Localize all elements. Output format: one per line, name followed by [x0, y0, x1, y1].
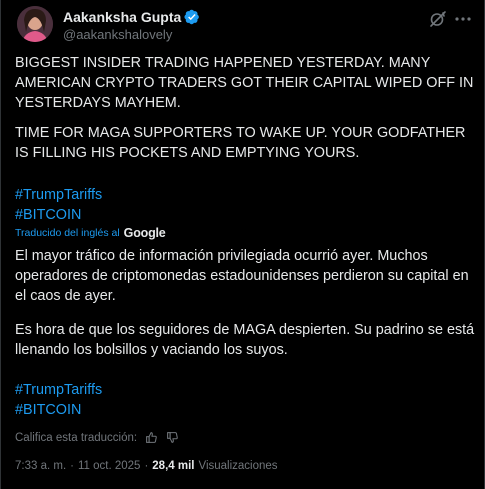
meta-separator: · [144, 460, 149, 472]
hashtag-link-trumptariffs-translated[interactable]: #TrumpTariffs [15, 380, 102, 400]
hashtag-link-bitcoin-translated[interactable]: #BITCOIN [15, 400, 81, 420]
original-paragraph-2: TIME FOR MAGA SUPPORTERS TO WAKE UP. YOU… [15, 125, 466, 161]
translated-paragraph-2: Es hora de que los seguidores de MAGA de… [15, 322, 475, 358]
hashtag-link-bitcoin[interactable]: #BITCOIN [15, 205, 81, 225]
author-name[interactable]: Aakanksha Gupta [63, 9, 181, 25]
translation-label: Traducido del inglés al [15, 227, 120, 239]
tweet-detail: Aakanksha Gupta @aakankshalovely BIGGEST… [0, 0, 485, 489]
views-count: 28,4 mil [152, 460, 195, 472]
translation-attribution[interactable]: Traducido del inglés al Google [15, 226, 166, 240]
translated-paragraph-1: El mayor tráfico de información privileg… [15, 248, 469, 304]
google-logo: Google [123, 226, 166, 240]
meta-separator: · [70, 460, 74, 472]
rate-translation: Califica esta traducción: [15, 431, 179, 444]
author-handle[interactable]: @aakankshalovely [63, 27, 172, 42]
rate-translation-label: Califica esta traducción: [15, 431, 138, 444]
verified-badge-icon [184, 9, 200, 25]
tweet-meta: 7:33 a. m. · 11 oct. 2025 · 28,4 mil Vis… [15, 460, 278, 472]
thumbs-down-icon[interactable] [166, 431, 179, 444]
hashtag-link-trumptariffs[interactable]: #TrumpTariffs [15, 185, 102, 205]
thumbs-up-icon[interactable] [145, 431, 158, 444]
grok-icon[interactable] [428, 9, 448, 29]
tweet-header: Aakanksha Gupta @aakankshalovely [1, 0, 484, 44]
more-options-icon[interactable] [453, 9, 473, 29]
original-paragraph-1: BIGGEST INSIDER TRADING HAPPENED YESTERD… [15, 55, 474, 111]
views-label: Visualizaciones [198, 460, 278, 472]
tweet-time[interactable]: 7:33 a. m. [15, 460, 66, 472]
author-name-row[interactable]: Aakanksha Gupta [63, 9, 200, 25]
tweet-date[interactable]: 11 oct. 2025 [78, 460, 140, 472]
avatar[interactable] [17, 6, 53, 42]
